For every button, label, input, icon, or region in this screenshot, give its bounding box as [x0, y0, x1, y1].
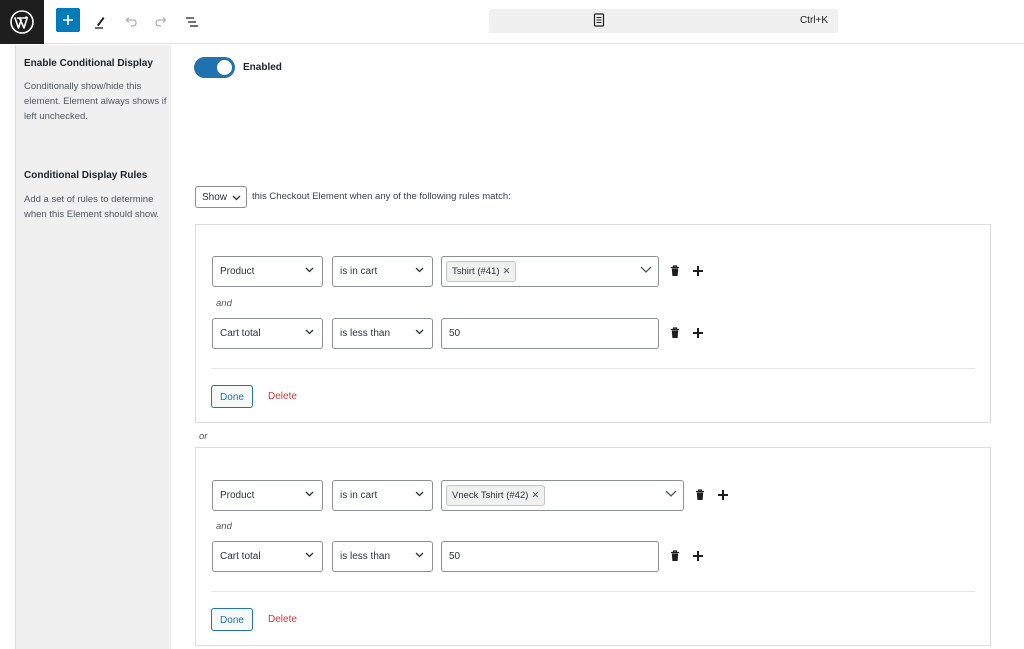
chevron-down-icon — [415, 267, 424, 273]
selected-product-label: Tshirt (#41) — [452, 266, 500, 277]
or-label: or — [199, 431, 208, 442]
add-condition-icon[interactable] — [691, 326, 705, 340]
wordpress-logo-icon[interactable] — [0, 0, 44, 44]
selected-product-tag[interactable]: Tshirt (#41) ✕ — [446, 261, 517, 282]
plus-icon — [63, 15, 73, 25]
enable-conditional-display-title: Enable Conditional Display — [24, 58, 153, 69]
chevron-down-icon — [305, 491, 314, 497]
redo-icon — [155, 17, 167, 27]
chevron-down-icon — [415, 491, 424, 497]
and-label: and — [216, 298, 232, 309]
chevron-down-icon — [415, 552, 424, 558]
and-label: and — [216, 521, 232, 532]
chevron-down-icon — [665, 490, 677, 497]
condition-operator-value: is less than — [340, 551, 391, 562]
condition-field-select[interactable]: Product — [212, 480, 323, 511]
chevron-down-icon — [305, 552, 314, 558]
remove-tag-icon[interactable]: ✕ — [503, 266, 511, 277]
conditional-display-rules-description: Add a set of rules to determine when thi… — [24, 194, 160, 220]
document-icon — [593, 13, 605, 27]
condition-operator-select[interactable]: is less than — [332, 541, 433, 572]
enable-conditional-display-description: Conditionally show/hide this element. El… — [24, 81, 167, 122]
editor-toolbar: Ctrl+K — [0, 0, 1024, 44]
toggle-knob — [217, 60, 232, 75]
undo-icon — [125, 17, 137, 27]
condition-operator-value: is in cart — [340, 490, 378, 501]
condition-value-input[interactable]: 50 — [441, 318, 659, 349]
condition-value-input[interactable]: 50 — [441, 541, 659, 572]
group-divider — [211, 591, 975, 592]
delete-group-link[interactable]: Delete — [268, 614, 297, 625]
condition-field-value: Product — [220, 266, 255, 277]
command-shortcut-label: Ctrl+K — [799, 15, 828, 26]
condition-value-text: 50 — [449, 551, 461, 562]
enable-conditional-display-toggle[interactable] — [194, 57, 235, 78]
condition-field-value: Product — [220, 490, 255, 501]
condition-value-text: 50 — [449, 328, 461, 339]
redo-button[interactable] — [149, 10, 173, 34]
chevron-down-icon — [640, 266, 652, 273]
add-condition-icon[interactable] — [691, 549, 705, 563]
condition-field-value: Cart total — [220, 551, 261, 562]
condition-field-select[interactable]: Cart total — [212, 318, 323, 349]
delete-group-link[interactable]: Delete — [268, 391, 297, 402]
group-divider — [211, 368, 975, 369]
chevron-down-icon — [305, 267, 314, 273]
condition-field-select[interactable]: Product — [212, 256, 323, 287]
document-overview-button[interactable] — [180, 10, 204, 34]
condition-operator-select[interactable]: is in cart — [332, 480, 433, 511]
condition-operator-select[interactable]: is in cart — [332, 256, 433, 287]
condition-value-multiselect[interactable]: Vneck Tshirt (#42) ✕ — [441, 480, 684, 511]
trash-icon[interactable] — [668, 326, 682, 340]
add-condition-icon[interactable] — [691, 264, 705, 278]
settings-labels-column: Enable Conditional Display Conditionally… — [15, 45, 171, 649]
show-hide-select[interactable]: Show — [195, 186, 247, 208]
trash-icon[interactable] — [693, 488, 707, 502]
undo-button[interactable] — [119, 10, 143, 34]
selected-product-label: Vneck Tshirt (#42) — [452, 490, 529, 501]
chevron-down-icon — [415, 329, 424, 335]
condition-operator-value: is in cart — [340, 266, 378, 277]
condition-field-value: Cart total — [220, 328, 261, 339]
condition-value-multiselect[interactable]: Tshirt (#41) ✕ — [441, 256, 659, 287]
trash-icon[interactable] — [668, 264, 682, 278]
rule-group: Product is in cart Tshirt (#41) ✕ and Car… — [195, 224, 991, 423]
done-button[interactable]: Done — [211, 608, 253, 631]
rules-sentence: this Checkout Element when any of the fo… — [252, 191, 511, 202]
list-view-icon — [186, 17, 198, 27]
conditional-display-rules-title: Conditional Display Rules — [24, 170, 148, 181]
show-hide-value: Show — [202, 192, 228, 203]
condition-field-select[interactable]: Cart total — [212, 541, 323, 572]
add-block-button[interactable] — [56, 8, 80, 32]
rule-group: Product is in cart Vneck Tshirt (#42) ✕ a… — [195, 447, 991, 646]
chevron-down-icon — [305, 329, 314, 335]
toggle-label: Enabled — [243, 62, 282, 73]
condition-operator-select[interactable]: is less than — [332, 318, 433, 349]
command-palette-bar[interactable]: Ctrl+K — [489, 9, 838, 33]
done-button[interactable]: Done — [211, 385, 253, 408]
edit-tool-button[interactable] — [88, 10, 112, 34]
trash-icon[interactable] — [668, 549, 682, 563]
pencil-icon — [95, 17, 105, 29]
selected-product-tag[interactable]: Vneck Tshirt (#42) ✕ — [446, 485, 546, 506]
add-condition-icon[interactable] — [716, 488, 730, 502]
remove-tag-icon[interactable]: ✕ — [531, 490, 539, 501]
condition-operator-value: is less than — [340, 328, 391, 339]
chevron-down-icon — [232, 195, 241, 201]
